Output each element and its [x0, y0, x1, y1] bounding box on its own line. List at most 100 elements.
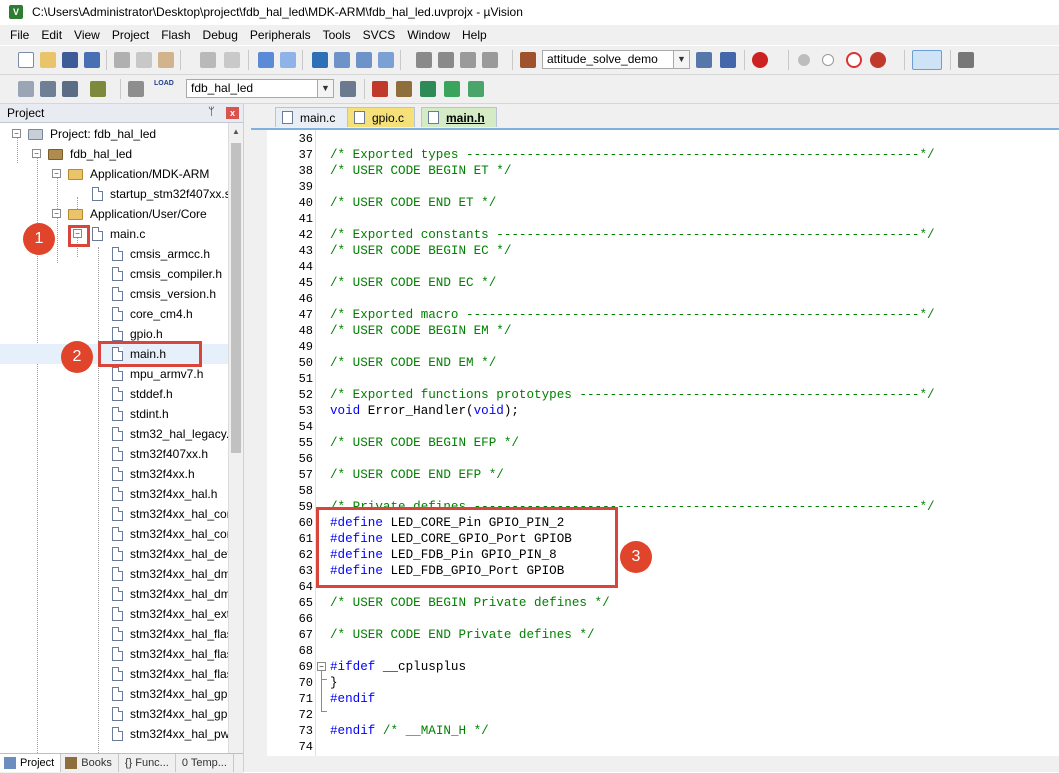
menu-peripherals[interactable]: Peripherals [244, 25, 317, 45]
window-layout-icon[interactable] [912, 50, 942, 70]
tree-file[interactable]: stm32f4xx_hal_pwr.h [0, 724, 228, 744]
menu-flash[interactable]: Flash [155, 25, 196, 45]
find-icon[interactable] [696, 52, 712, 68]
tree-file[interactable]: cmsis_compiler.h [0, 264, 228, 284]
tab-main-h[interactable]: main.h [421, 107, 497, 127]
kill-breakpoints-icon[interactable] [846, 52, 862, 68]
code-line[interactable]: /* USER CODE END Private defines */ [330, 627, 595, 643]
close-icon[interactable]: x [226, 107, 239, 119]
nav-back-icon[interactable] [258, 52, 274, 68]
tree-file[interactable]: stm32f4xx_hal_dma_ex.h [0, 584, 228, 604]
manage-packs-icon[interactable] [396, 81, 412, 97]
menu-edit[interactable]: Edit [35, 25, 68, 45]
debug-start-icon[interactable] [752, 52, 768, 68]
tab-templates[interactable]: 0 Temp... [176, 754, 234, 772]
find-combo[interactable]: attitude_solve_demo ▼ [542, 50, 690, 69]
tree-file[interactable]: stm32f4xx_hal.h [0, 484, 228, 504]
find-in-files-icon[interactable] [520, 52, 536, 68]
open-folder-icon[interactable] [40, 52, 56, 68]
pin-icon[interactable]: ᛘ [208, 106, 215, 118]
tree-file[interactable]: stm32f4xx_hal_gpio.h [0, 684, 228, 704]
tree-file[interactable]: stdint.h [0, 404, 228, 424]
tree-file[interactable]: startup_stm32f407xx.s [0, 184, 228, 204]
translate-icon[interactable] [18, 81, 34, 97]
target-select[interactable]: fdb_hal_led ▼ [186, 79, 334, 98]
batch-build-icon[interactable] [90, 81, 106, 97]
build-icon[interactable] [40, 81, 56, 97]
rebuild-icon[interactable] [62, 81, 78, 97]
code-line[interactable]: /* USER CODE BEGIN Private defines */ [330, 595, 610, 611]
code-line[interactable]: #endif [330, 691, 375, 707]
tree-file[interactable]: cmsis_version.h [0, 284, 228, 304]
next-bookmark-icon[interactable] [356, 52, 372, 68]
select-software-packs-icon[interactable] [420, 81, 436, 97]
tree-file[interactable]: mpu_armv7.h [0, 364, 228, 384]
tree-file[interactable]: stm32f4xx_hal_exti.h [0, 604, 228, 624]
menu-tools[interactable]: Tools [317, 25, 357, 45]
tree-file[interactable]: stm32f407xx.h [0, 444, 228, 464]
code-line[interactable]: #ifdef __cplusplus [330, 659, 466, 675]
comment-icon[interactable] [460, 52, 476, 68]
code-line[interactable]: /* Exported macro ----------------------… [330, 307, 935, 323]
tree-group-user-core[interactable]: − Application/User/Core [0, 204, 228, 224]
code-line[interactable]: /* USER CODE END EM */ [330, 355, 496, 371]
undo-icon[interactable] [200, 52, 216, 68]
selection-margin[interactable] [251, 130, 267, 772]
copy-icon[interactable] [136, 52, 152, 68]
menu-view[interactable]: View [68, 25, 106, 45]
nav-forward-icon[interactable] [280, 52, 296, 68]
tree-project-root[interactable]: − Project: fdb_hal_led [0, 124, 228, 144]
code-line[interactable]: /* Exported functions prototypes -------… [330, 387, 935, 403]
uncomment-icon[interactable] [482, 52, 498, 68]
code-line[interactable]: /* USER CODE END EFP */ [330, 467, 504, 483]
bookmark-icon[interactable] [312, 52, 328, 68]
tree-file[interactable]: stm32f4xx_hal_conf.h [0, 524, 228, 544]
menu-window[interactable]: Window [401, 25, 456, 45]
code-line[interactable]: /* USER CODE BEGIN EFP */ [330, 435, 519, 451]
save-all-icon[interactable] [84, 52, 100, 68]
menu-svcs[interactable]: SVCS [357, 25, 402, 45]
fold-collapse-icon[interactable]: − [317, 662, 326, 671]
tree-file[interactable]: stm32f4xx_hal_flash_ramfunc.h [0, 664, 228, 684]
collapse-icon[interactable]: − [12, 129, 21, 138]
menu-project[interactable]: Project [106, 25, 155, 45]
chevron-down-icon[interactable]: ▼ [673, 51, 689, 68]
target-options-icon[interactable] [340, 81, 356, 97]
manage-components-icon[interactable] [372, 81, 388, 97]
scrollbar-thumb[interactable] [231, 143, 241, 453]
menu-debug[interactable]: Debug [197, 25, 244, 45]
stop-build-icon[interactable] [128, 81, 144, 97]
project-scrollbar[interactable]: ▲ [228, 123, 243, 753]
code-line[interactable]: /* USER CODE END ET */ [330, 195, 496, 211]
tree-file[interactable]: stm32f4xx_hal_flash_ex.h [0, 644, 228, 664]
code-line[interactable]: /* USER CODE BEGIN ET */ [330, 163, 511, 179]
tab-project[interactable]: Project [0, 754, 62, 772]
tab-gpio-c[interactable]: gpio.c [347, 107, 415, 127]
code-line[interactable]: /* Exported constants ------------------… [330, 227, 935, 243]
cut-icon[interactable] [114, 52, 130, 68]
code-line[interactable]: /* Exported types ----------------------… [330, 147, 935, 163]
new-file-icon[interactable] [18, 52, 34, 68]
tree-file[interactable]: stm32f4xx_hal_dma.h [0, 564, 228, 584]
tree-file[interactable]: stm32_hal_legacy.h [0, 424, 228, 444]
code-line[interactable]: #endif /* __MAIN_H */ [330, 723, 489, 739]
pack-installer-icon[interactable] [468, 81, 484, 97]
prev-bookmark-icon[interactable] [334, 52, 350, 68]
collapse-icon[interactable]: − [52, 169, 61, 178]
wrench-icon[interactable] [958, 52, 974, 68]
collapse-icon[interactable]: − [52, 209, 61, 218]
tree-target[interactable]: − fdb_hal_led [0, 144, 228, 164]
code-line[interactable]: /* USER CODE END EC */ [330, 275, 496, 291]
rte-icon[interactable] [444, 81, 460, 97]
load-button[interactable]: LOAD [154, 80, 174, 88]
breakpoint-icon[interactable] [798, 54, 810, 66]
disable-breakpoint-icon[interactable] [822, 54, 834, 66]
save-icon[interactable] [62, 52, 78, 68]
tree-file[interactable]: core_cm4.h [0, 304, 228, 324]
tree-file[interactable]: stm32f4xx_hal_gpio_ex.h [0, 704, 228, 724]
collapse-icon[interactable]: − [32, 149, 41, 158]
unindent-icon[interactable] [438, 52, 454, 68]
paste-icon[interactable] [158, 52, 174, 68]
code-line[interactable]: void Error_Handler(void); [330, 403, 519, 419]
tree-file[interactable]: stm32f4xx.h [0, 464, 228, 484]
